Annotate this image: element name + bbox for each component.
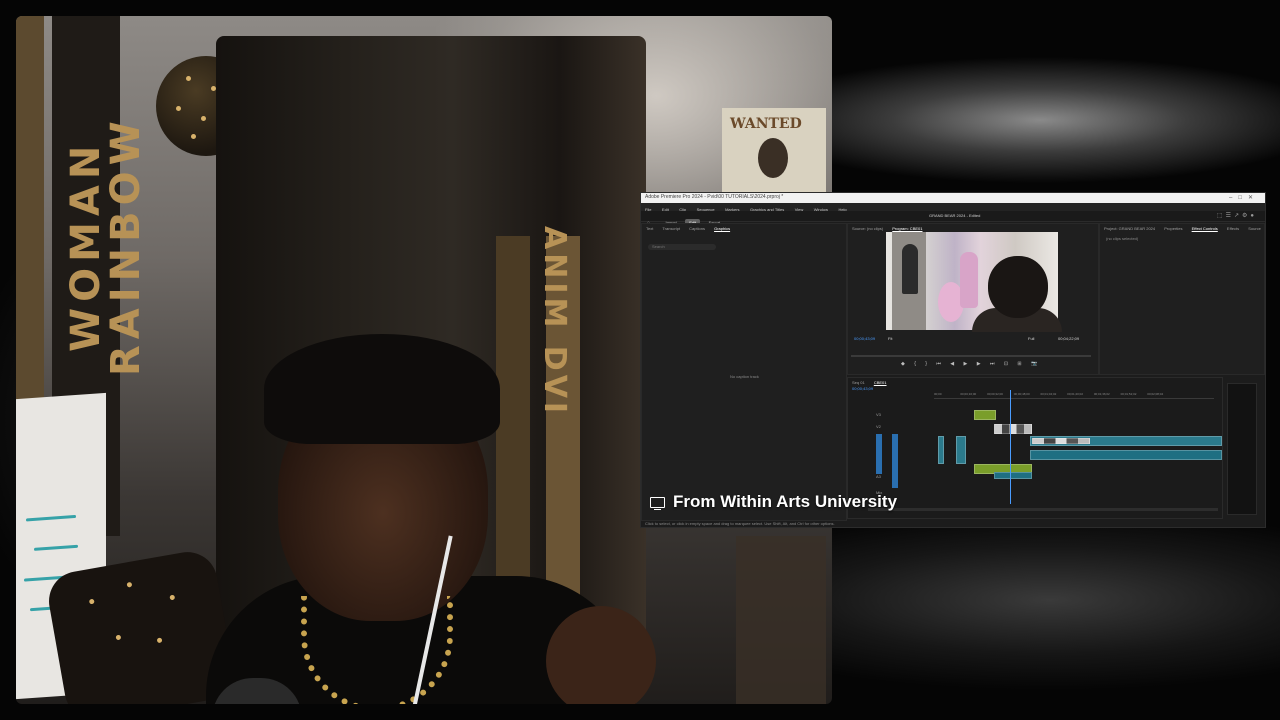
- sequence-tabs: Seq 01 CBE01: [852, 380, 895, 385]
- playhead[interactable]: [1010, 390, 1011, 504]
- monitor-icon: [650, 496, 665, 510]
- whiteboard-writing: [26, 514, 76, 522]
- ruler-mark: 00;01;04;02: [1040, 392, 1057, 396]
- whiteboard-writing: [34, 544, 78, 551]
- tab-effects[interactable]: Effects: [1227, 226, 1239, 231]
- track-target-v1[interactable]: [876, 434, 882, 474]
- tab-source[interactable]: Source: (no clips): [852, 226, 883, 231]
- star-dot: [191, 134, 196, 139]
- person-beanie: [264, 334, 500, 444]
- ruler-mark: 00;01;20;02: [1067, 392, 1084, 396]
- tab-cbe01[interactable]: CBE01: [874, 380, 887, 385]
- ruler-mark: 00;00;48;00: [1013, 392, 1030, 396]
- track-target-a1[interactable]: [892, 434, 898, 488]
- share-caption: From Within Arts University: [650, 492, 897, 512]
- gold-chain: [301, 596, 453, 704]
- timeline-clip[interactable]: [994, 424, 1032, 434]
- frame-child-pink: [960, 252, 978, 308]
- track-v1[interactable]: V1: [850, 436, 932, 444]
- timeline-clip-thumb: [1032, 438, 1090, 444]
- window-controls[interactable]: –□✕: [1229, 194, 1259, 201]
- star-dot: [201, 116, 206, 121]
- ruler-mark: 00;00;16;00: [960, 392, 977, 396]
- no-clip-message: (no clips selected): [1106, 236, 1139, 241]
- star-dot: [156, 637, 163, 644]
- timecode-duration: 00;04;22;09: [1058, 336, 1080, 341]
- window-title: Adobe Premiere Pro 2024 - Pvid\00 TUTORI…: [645, 194, 784, 200]
- poster-title: WANTED: [730, 116, 802, 132]
- star-dot: [176, 106, 181, 111]
- status-bar: Click to select, or click in empty space…: [645, 521, 835, 526]
- project-title: GRAND BEAR 2024 - Edited: [929, 213, 981, 218]
- tab-captions[interactable]: Captions: [689, 226, 705, 231]
- tab-seq01[interactable]: Seq 01: [852, 380, 865, 385]
- ruler-mark: 00;02;08;04: [1147, 392, 1164, 396]
- video-frame[interactable]: [886, 232, 1062, 332]
- empty-message: No caption track: [730, 374, 759, 379]
- timeline-panel: Seq 01 CBE01 00;00;43;09 00;00 00;00;16;…: [847, 377, 1223, 519]
- time-ruler[interactable]: 00;00 00;00;16;00 00;00;32;00 00;00;48;0…: [934, 392, 1214, 399]
- ruler-mark: 00;01;36;02: [1093, 392, 1110, 396]
- chair: [736, 536, 826, 704]
- track-v3[interactable]: V3: [850, 412, 932, 420]
- star-dot: [115, 634, 122, 641]
- ruler-mark: 00;01;52;02: [1120, 392, 1137, 396]
- panel-tabs: Text Transcript Captions Graphics: [646, 226, 738, 231]
- strap-text: ANIM DVI: [537, 226, 572, 418]
- track-label: A3: [876, 474, 881, 479]
- search-input[interactable]: Search: [648, 244, 716, 250]
- title-bar: Adobe Premiere Pro 2024 - Pvid\00 TUTORI…: [641, 193, 1265, 203]
- ruler-mark: 00;00;32;00: [987, 392, 1003, 396]
- tab-text[interactable]: Text: [646, 226, 653, 231]
- track-a2[interactable]: A2: [850, 462, 932, 470]
- zoom-select[interactable]: Fit: [888, 336, 892, 341]
- workspace-bar: ⌂ Import Edit Export GRAND BEAR 2024 - E…: [641, 211, 1265, 226]
- monitor-tabs: Source: (no clips) Program: CBE01: [852, 226, 930, 231]
- tab-transcript[interactable]: Transcript: [662, 226, 680, 231]
- effect-controls-panel: Project: GRAND BEAR 2024 Properties Effe…: [1099, 223, 1265, 375]
- tab-source-2[interactable]: Source: [1248, 226, 1261, 231]
- timeline-clip[interactable]: [974, 410, 996, 420]
- transport-controls[interactable]: ◆ { } ⏮ ◀ ▶ ▶ ⏭ ⊡ ⊞ 📷: [901, 361, 1041, 367]
- workspace-icons[interactable]: ⬚☰↗⚙●: [1217, 212, 1257, 219]
- star-dot: [88, 598, 95, 605]
- audio-meters: [1227, 383, 1257, 515]
- audio-clip[interactable]: [994, 472, 1032, 479]
- tab-properties[interactable]: Properties: [1164, 226, 1182, 231]
- poster-face: [758, 138, 788, 178]
- tab-project[interactable]: Project: GRAND BEAR 2024: [1104, 226, 1155, 231]
- timeline-clip[interactable]: [956, 436, 966, 464]
- quality-select[interactable]: Full: [1028, 336, 1034, 341]
- caption-text: From Within Arts University: [673, 492, 898, 511]
- timeline-timecode[interactable]: 00;00;43;09: [852, 386, 873, 391]
- timeline-scrollbar[interactable]: [868, 508, 1218, 511]
- track-label: V3: [876, 412, 881, 417]
- track-v2[interactable]: V2: [850, 424, 932, 432]
- ruler-mark: 00;00: [934, 392, 942, 396]
- timeline-clip[interactable]: [938, 436, 944, 464]
- screen-share: Adobe Premiere Pro 2024 - Pvid\00 TUTORI…: [640, 192, 1266, 528]
- frame-head: [988, 256, 1048, 318]
- menu-bar: File Edit Clip Sequence Markers Graphics…: [641, 203, 1265, 212]
- star-dot: [126, 581, 133, 588]
- timecode-current[interactable]: 00;00;43;09: [854, 336, 875, 341]
- program-monitor: Source: (no clips) Program: CBE01 00;00;…: [847, 223, 1099, 375]
- graphics-panel: Text Transcript Captions Graphics Search…: [641, 223, 847, 521]
- frame-child: [902, 244, 918, 294]
- track-a3[interactable]: A3: [850, 474, 932, 482]
- star-dot: [169, 594, 176, 601]
- tab-program[interactable]: Program: CBE01: [892, 226, 922, 231]
- tab-graphics[interactable]: Graphics: [714, 226, 730, 231]
- audio-clip[interactable]: [1030, 450, 1222, 460]
- track-a1[interactable]: A1: [850, 450, 932, 458]
- tab-effect-controls[interactable]: Effect Controls: [1192, 226, 1218, 231]
- star-dot: [186, 76, 191, 81]
- effects-tabs: Project: GRAND BEAR 2024 Properties Effe…: [1104, 226, 1265, 231]
- scrub-bar[interactable]: [851, 355, 1091, 357]
- track-label: V2: [876, 424, 881, 429]
